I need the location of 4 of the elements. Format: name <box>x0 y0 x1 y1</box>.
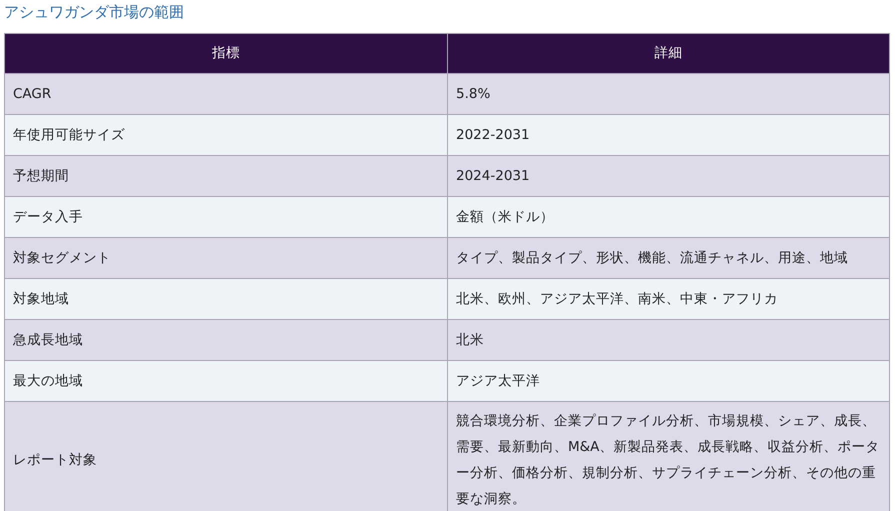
table-cell: レポート対象 <box>4 402 448 511</box>
section-title: アシュワガンダ市場の範囲 <box>4 2 185 23</box>
column-header: 詳細 <box>448 34 890 74</box>
column-header: 指標 <box>4 34 448 74</box>
